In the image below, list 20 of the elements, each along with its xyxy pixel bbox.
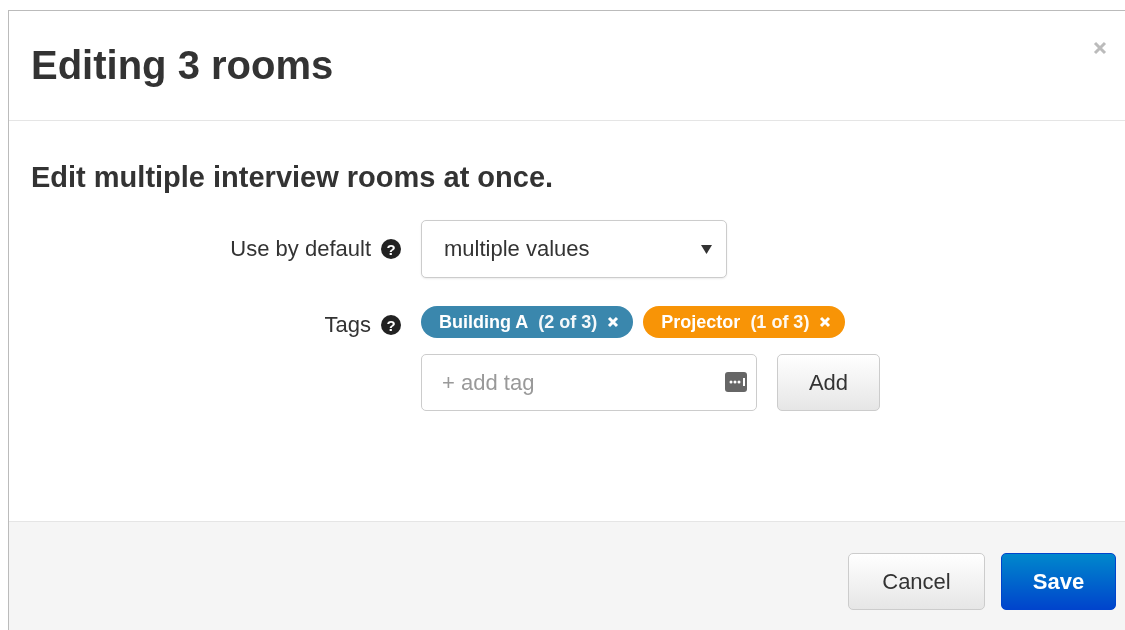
add-button[interactable]: Add	[777, 354, 880, 411]
dialog-title: Editing 3 rooms	[31, 43, 334, 88]
remove-icon[interactable]	[607, 316, 620, 328]
help-icon[interactable]: ?	[381, 239, 401, 259]
tag-label: Building A	[439, 311, 529, 333]
tag-count: (2 of 3)	[538, 311, 598, 333]
dropdown[interactable]: multiple values	[421, 220, 727, 278]
save-button[interactable]: Save	[1001, 553, 1116, 610]
keyboard-icon	[725, 372, 747, 392]
cancel-button[interactable]: Cancel	[848, 553, 985, 610]
tag-label: Projector	[661, 311, 741, 333]
tag-count: (1 of 3)	[750, 311, 810, 333]
dialog-subtitle: Edit multiple interview rooms at once.	[31, 161, 555, 194]
close-icon[interactable]	[1093, 41, 1107, 55]
field-label: Use by default	[230, 236, 371, 262]
help-icon[interactable]: ?	[381, 315, 401, 335]
remove-icon[interactable]	[819, 316, 832, 328]
caret-icon	[701, 244, 712, 254]
tag-input-field[interactable]: + add tag	[421, 354, 757, 411]
field-label: Tags	[324, 312, 371, 338]
